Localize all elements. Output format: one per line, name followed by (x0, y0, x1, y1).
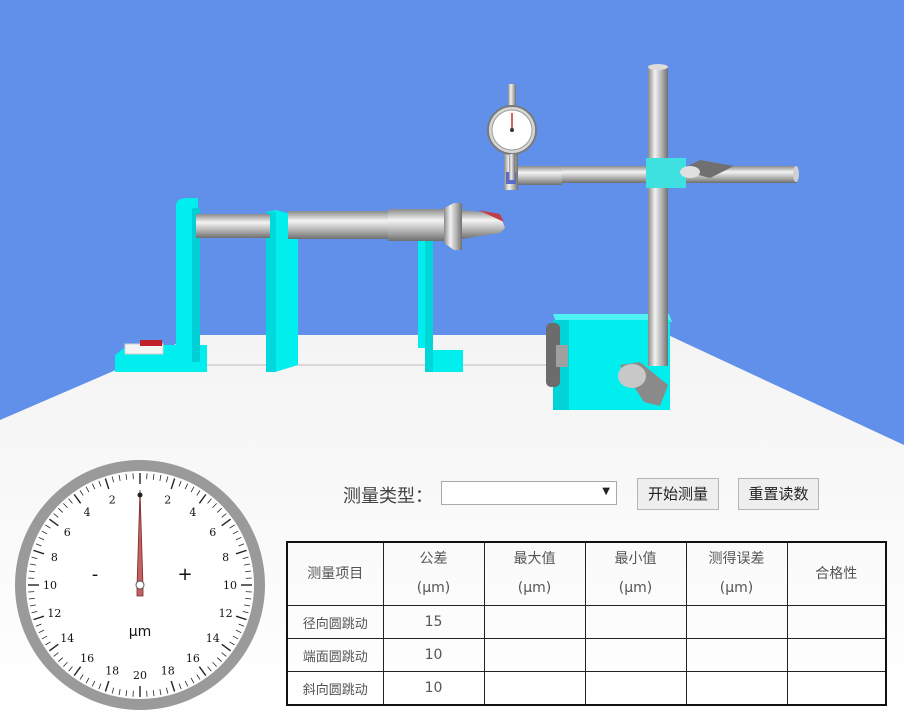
gauge-unit: μm (129, 624, 152, 640)
header-error: 测得误差 (μm) (685, 541, 788, 606)
gauge-scale-label: 2 (164, 493, 171, 506)
gauge-scale-label: 18 (105, 665, 119, 678)
start-measure-button[interactable]: 开始测量 (637, 478, 719, 510)
header-item: 测量项目 (286, 541, 384, 606)
cell-min (584, 638, 687, 672)
cell-item: 径向圆跳动 (286, 605, 384, 639)
gauge-scale-label: 4 (84, 506, 91, 519)
gauge-scale-label: 12 (219, 607, 233, 620)
cell-error (685, 605, 788, 639)
result-table: 测量项目 公差 (μm) 最大值 (μm) 最小值 (μm) 测得误差 (μm) 合格性… (286, 541, 887, 706)
measure-type-label: 测量类型： (343, 486, 433, 507)
stand-column (648, 66, 668, 366)
gauge-scale-label: 18 (161, 665, 175, 678)
cell-pass (786, 605, 887, 639)
gauge-scale-label: 6 (209, 526, 216, 539)
shaft-collar (444, 203, 462, 250)
gauge-scale-label: 10 (43, 579, 57, 592)
arm-clamp (646, 158, 686, 188)
table-header-row: 测量项目 公差 (μm) 最大值 (μm) 最小值 (μm) 测得误差 (μm) 合格性 (286, 541, 887, 606)
header-min: 最小值 (μm) (584, 541, 687, 606)
cell-max (483, 671, 586, 706)
table-row: 斜向圆跳动 10 (286, 671, 887, 706)
measure-type-select[interactable]: ▼ (441, 481, 617, 505)
header-tolerance: 公差 (μm) (382, 541, 485, 606)
cell-error (685, 671, 788, 706)
cell-item: 端面圆跳动 (286, 638, 384, 672)
gauge-scale-label: 4 (189, 506, 196, 519)
cell-error (685, 638, 788, 672)
gauge-plus: + (177, 564, 192, 585)
gauge-minus: - (92, 564, 99, 585)
cell-tolerance: 15 (382, 605, 485, 639)
header-max: 最大值 (μm) (483, 541, 586, 606)
cell-pass (786, 671, 887, 706)
gauge-scale-label: 16 (186, 652, 200, 665)
gauge-scale-label: 10 (223, 579, 237, 592)
cell-min (584, 605, 687, 639)
shaft-main (288, 211, 388, 239)
shaft-left (196, 214, 270, 238)
gauge-scale-label: 2 (109, 493, 116, 506)
shaft-step (388, 209, 444, 241)
cell-tolerance: 10 (382, 671, 485, 706)
cell-min (584, 671, 687, 706)
cell-max (483, 605, 586, 639)
header-pass: 合格性 (786, 541, 887, 606)
gauge-scale-label: 12 (47, 607, 61, 620)
gauge-scale-label: 20 (133, 669, 147, 682)
chevron-down-icon: ▼ (602, 486, 610, 497)
cell-pass (786, 638, 887, 672)
gauge-scale-label: 14 (60, 632, 74, 645)
gauge-scale-label: 16 (80, 652, 94, 665)
table-row: 径向圆跳动 15 (286, 605, 887, 639)
cell-item: 斜向圆跳动 (286, 671, 384, 706)
table-row: 端面圆跳动 10 (286, 638, 887, 672)
gauge-scale-label: 6 (64, 526, 71, 539)
gauge-scale-label: 8 (51, 551, 58, 564)
gauge-scale-label: 8 (222, 551, 229, 564)
reset-reading-button[interactable]: 重置读数 (738, 478, 819, 510)
indicator-holder (518, 166, 562, 185)
gauge-scale-label: 14 (206, 632, 220, 645)
switch-red (140, 340, 162, 346)
dial-gauge: 2244668810101212141416161818 20 - + μm (15, 460, 265, 710)
cell-tolerance: 10 (382, 638, 485, 672)
cell-max (483, 638, 586, 672)
